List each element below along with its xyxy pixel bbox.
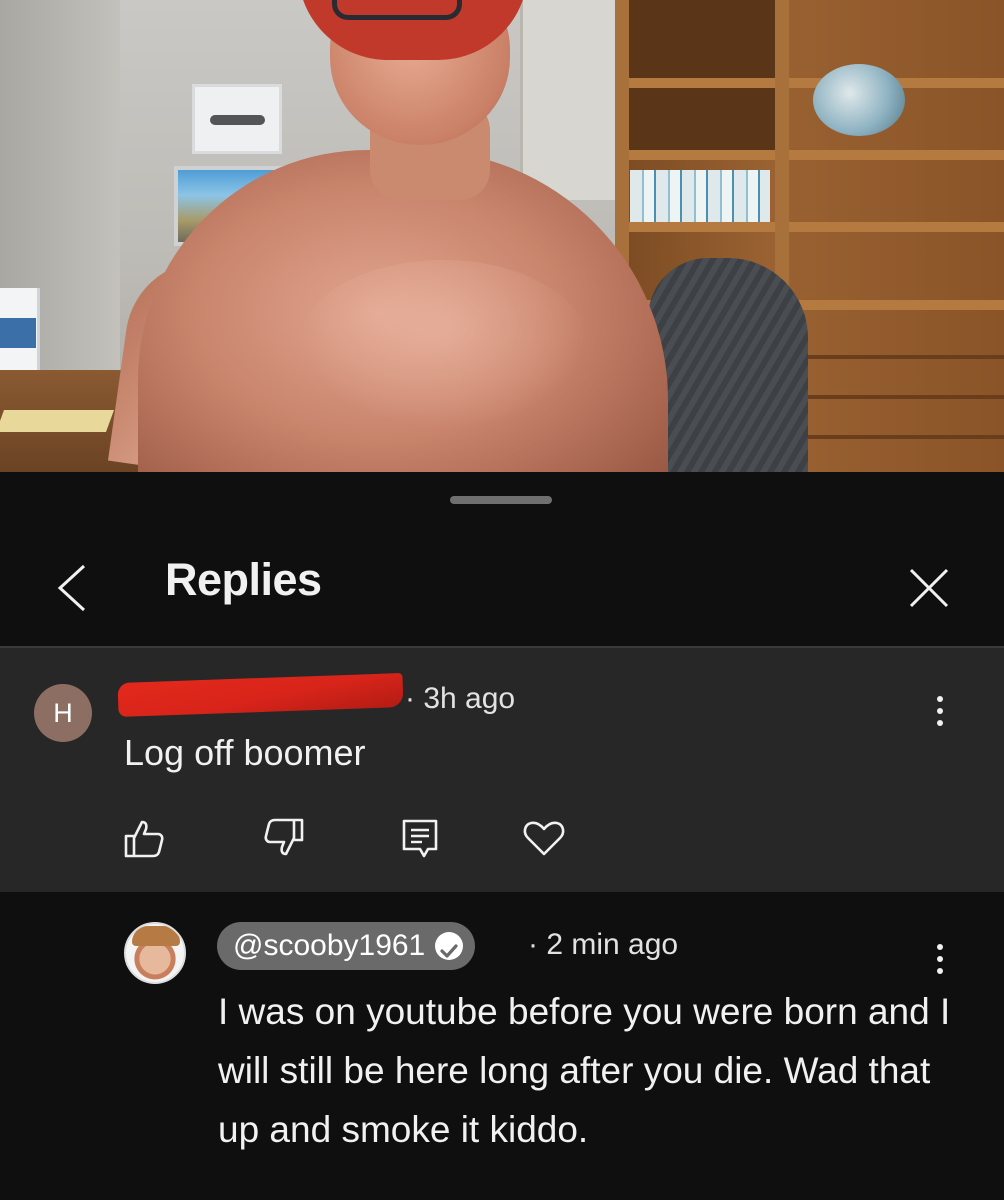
shelf-niche xyxy=(629,0,775,78)
thumb-up-icon xyxy=(124,820,164,858)
thumb-down-icon xyxy=(264,818,304,856)
comment-timestamp: · 2 min ago xyxy=(528,928,679,961)
shelf-board xyxy=(615,150,1004,160)
video-desk-paper xyxy=(0,410,115,432)
chevron-left-icon xyxy=(57,564,86,612)
shelf-globe xyxy=(813,64,905,136)
creator-handle-chip[interactable]: @scooby1961 xyxy=(217,922,476,970)
video-person-glasses xyxy=(332,0,462,20)
more-dot xyxy=(937,968,943,974)
shelf-board xyxy=(615,222,1004,232)
more-button[interactable] xyxy=(930,944,950,984)
shelf-niche xyxy=(629,88,775,150)
more-vertical-icon xyxy=(937,944,943,950)
shelf-board xyxy=(615,78,1004,88)
heart-icon xyxy=(523,821,565,856)
more-vertical-icon xyxy=(937,696,943,702)
video-office-chair xyxy=(648,258,808,472)
avatar[interactable] xyxy=(124,922,186,984)
close-icon xyxy=(909,568,949,608)
more-dot xyxy=(937,956,943,962)
more-button[interactable] xyxy=(930,696,950,736)
verified-check-icon xyxy=(435,932,464,960)
replies-sheet: Replies H · 3h ago Log off boomer @scoob… xyxy=(0,478,1004,1200)
shelf-drawer xyxy=(805,395,1004,399)
video-player[interactable] xyxy=(0,0,1004,472)
shelf-drawer xyxy=(805,435,1004,439)
back-button[interactable] xyxy=(50,558,94,618)
more-dot xyxy=(937,708,943,714)
comment-text: I was on youtube before you were born an… xyxy=(218,991,951,1150)
sheet-title: Replies xyxy=(165,554,322,605)
reply-button[interactable] xyxy=(398,818,442,858)
avatar[interactable]: H xyxy=(34,684,92,742)
comment-text: Log off boomer xyxy=(124,732,366,773)
shelf-bottles xyxy=(630,170,770,222)
sheet-header: Replies xyxy=(0,524,1004,644)
video-doorway xyxy=(520,0,615,200)
username: @scooby1961 xyxy=(233,929,426,962)
close-button[interactable] xyxy=(905,564,953,612)
more-dot xyxy=(937,720,943,726)
video-wall-picture xyxy=(192,84,282,154)
like-button[interactable] xyxy=(122,818,166,858)
reply-comment: @scooby1961 · 2 min ago I was on youtube… xyxy=(0,892,1004,1200)
heart-button[interactable] xyxy=(522,818,566,858)
drag-handle[interactable] xyxy=(450,496,552,504)
parent-comment: H · 3h ago Log off boomer xyxy=(0,646,1004,892)
comment-actions xyxy=(122,818,582,858)
redacted-username xyxy=(117,673,404,717)
comment-icon xyxy=(402,819,438,858)
comment-timestamp: · 3h ago xyxy=(405,682,516,715)
shelf-drawer xyxy=(805,355,1004,359)
dislike-button[interactable] xyxy=(262,818,306,858)
